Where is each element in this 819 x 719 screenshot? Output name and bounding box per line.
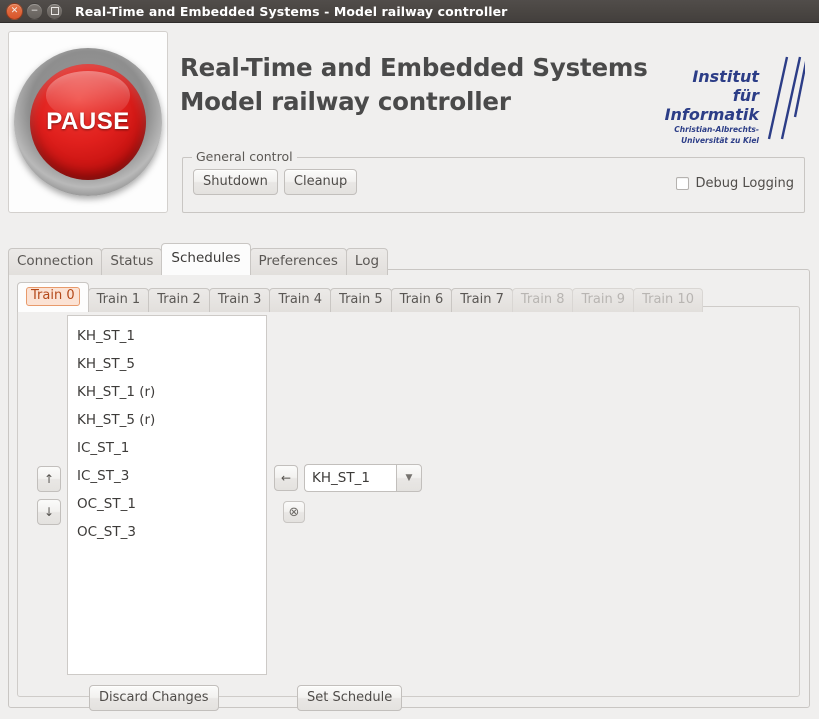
add-station-button[interactable]: ← [274,465,298,491]
list-item[interactable]: IC_ST_3 [68,462,266,490]
general-control-group: General control Shutdown Cleanup Debug L… [182,149,805,213]
train-tab-2[interactable]: Train 2 [148,288,210,312]
page-title-line1: Real-Time and Embedded Systems [180,53,648,82]
train-tab-7[interactable]: Train 7 [451,288,513,312]
train-tab-4[interactable]: Train 4 [269,288,332,312]
application-window: PAUSE Real-Time and Embedded Systems Mod… [0,23,819,719]
train-0-panel: KH_ST_1 KH_ST_5 KH_ST_1 (r) KH_ST_5 (r) … [17,306,800,711]
tab-log[interactable]: Log [345,248,389,275]
institute-logo-line2: für Informatik [664,86,759,124]
clear-schedule-button[interactable]: ⊗ [283,501,305,523]
pause-button-panel: PAUSE [8,31,168,213]
list-item[interactable]: KH_ST_5 [68,350,266,378]
train-tab-8: Train 8 [511,288,574,312]
chevron-down-icon[interactable]: ▼ [396,464,422,492]
tab-preferences[interactable]: Preferences [249,248,347,275]
institute-logo: Institut für Informatik Christian-Albrec… [637,56,805,145]
schedules-tab-panel: Train 0 Train 1 Train 2 Train 3 Train 4 … [8,269,810,711]
tab-status[interactable]: Status [101,248,163,275]
move-up-button[interactable]: ↑ [37,466,61,492]
arrow-left-icon: ← [280,471,292,485]
list-item[interactable]: KH_ST_5 (r) [68,406,266,434]
train-tab-6[interactable]: Train 6 [390,288,453,312]
circle-x-icon: ⊗ [288,504,300,520]
list-item[interactable]: IC_ST_1 [68,434,266,462]
reorder-buttons: ↑ ↓ [37,466,61,525]
set-schedule-button[interactable]: Set Schedule [297,685,403,711]
discard-changes-button[interactable]: Discard Changes [89,685,219,711]
station-select-value[interactable]: KH_ST_1 [304,464,396,492]
train-tab-5[interactable]: Train 5 [330,288,392,312]
pause-button-label: PAUSE [46,108,130,135]
close-icon[interactable]: ✕ [6,2,23,20]
debug-logging-checkbox[interactable] [675,177,689,190]
institute-logo-line3: Christian-Albrechts-Universität zu Kiel [674,125,759,145]
train-tab-0-label: Train 0 [26,287,80,306]
main-tabbar: Connection Status Schedules Preferences … [8,243,389,275]
list-item[interactable]: KH_ST_1 (r) [68,378,266,406]
general-control-legend: General control [192,149,297,164]
window-controls: ✕ − [6,2,63,20]
tab-connection[interactable]: Connection [8,248,103,275]
train-tab-0[interactable]: Train 0 [17,282,89,312]
general-control-buttons: Shutdown Cleanup [193,169,358,195]
train-tab-9: Train 9 [572,288,635,312]
station-select[interactable]: KH_ST_1 ▼ [304,464,422,492]
page-title: Real-Time and Embedded Systems Model rai… [180,51,648,119]
header-region: PAUSE Real-Time and Embedded Systems Mod… [0,23,819,215]
tab-schedules[interactable]: Schedules [161,243,251,275]
train-tabbar: Train 0 Train 1 Train 2 Train 3 Train 4 … [17,282,703,312]
move-down-button[interactable]: ↓ [37,499,61,525]
cleanup-button[interactable]: Cleanup [283,169,358,195]
shutdown-button[interactable]: Shutdown [193,169,278,195]
page-title-line2: Model railway controller [180,87,511,116]
debug-logging-label: Debug Logging [695,176,794,191]
institute-logo-text: Institut für Informatik Christian-Albrec… [637,67,759,146]
arrow-down-icon: ↓ [43,505,55,519]
pause-button-dome: PAUSE [30,64,146,180]
window-titlebar: ✕ − Real-Time and Embedded Systems - Mod… [0,0,819,23]
pause-button[interactable]: PAUSE [14,48,162,196]
institute-logo-line1: Institut [692,67,759,86]
debug-logging-row[interactable]: Debug Logging [675,176,794,191]
arrow-up-icon: ↑ [43,472,55,486]
maximize-icon[interactable] [46,2,63,20]
window-title: Real-Time and Embedded Systems - Model r… [75,3,508,19]
list-item[interactable]: OC_ST_1 [68,490,266,518]
schedule-list[interactable]: KH_ST_1 KH_ST_5 KH_ST_1 (r) KH_ST_5 (r) … [67,315,267,675]
train-tab-3[interactable]: Train 3 [208,288,271,312]
list-item[interactable]: OC_ST_3 [68,518,266,546]
train-tab-1[interactable]: Train 1 [87,288,150,312]
institute-logo-slashes-icon [767,56,805,140]
train-tab-10: Train 10 [633,288,703,312]
minimize-icon[interactable]: − [26,2,43,20]
list-item[interactable]: KH_ST_1 [68,322,266,350]
